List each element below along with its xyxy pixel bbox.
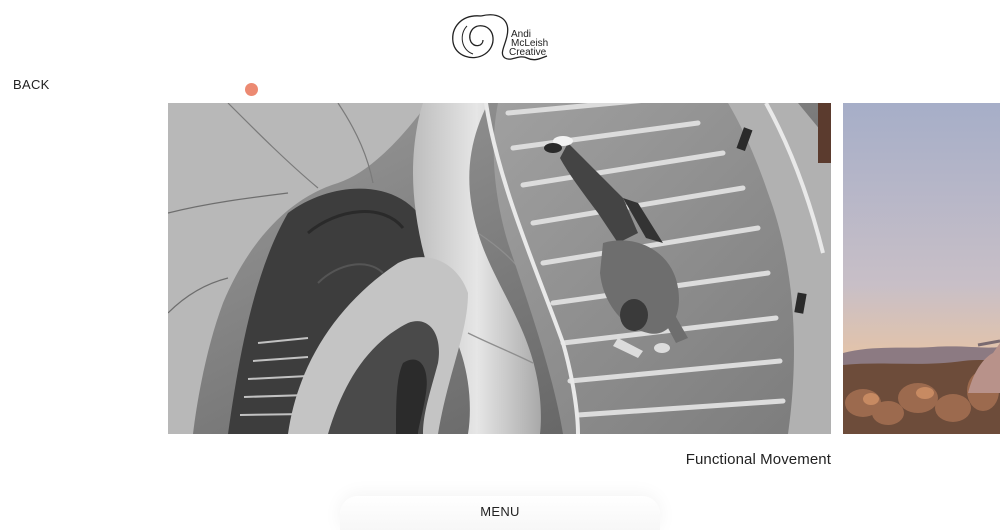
staircase-photo <box>168 103 831 434</box>
desert-photo <box>843 103 1000 434</box>
slide-caption: Functional Movement <box>685 451 831 468</box>
portfolio-page: Andi McLeish Creative BACK Functional Mo… <box>0 0 1000 530</box>
cursor-dot <box>245 83 258 96</box>
brand-logo[interactable]: Andi McLeish Creative <box>447 8 551 66</box>
menu-bar: MENU <box>340 496 660 530</box>
menu-button[interactable]: MENU <box>340 504 660 519</box>
logo-text-creative: Creative <box>509 47 547 58</box>
gallery-slide-current[interactable] <box>168 103 831 434</box>
back-link[interactable]: BACK <box>13 77 50 92</box>
gallery-slide-next[interactable] <box>843 103 1000 434</box>
